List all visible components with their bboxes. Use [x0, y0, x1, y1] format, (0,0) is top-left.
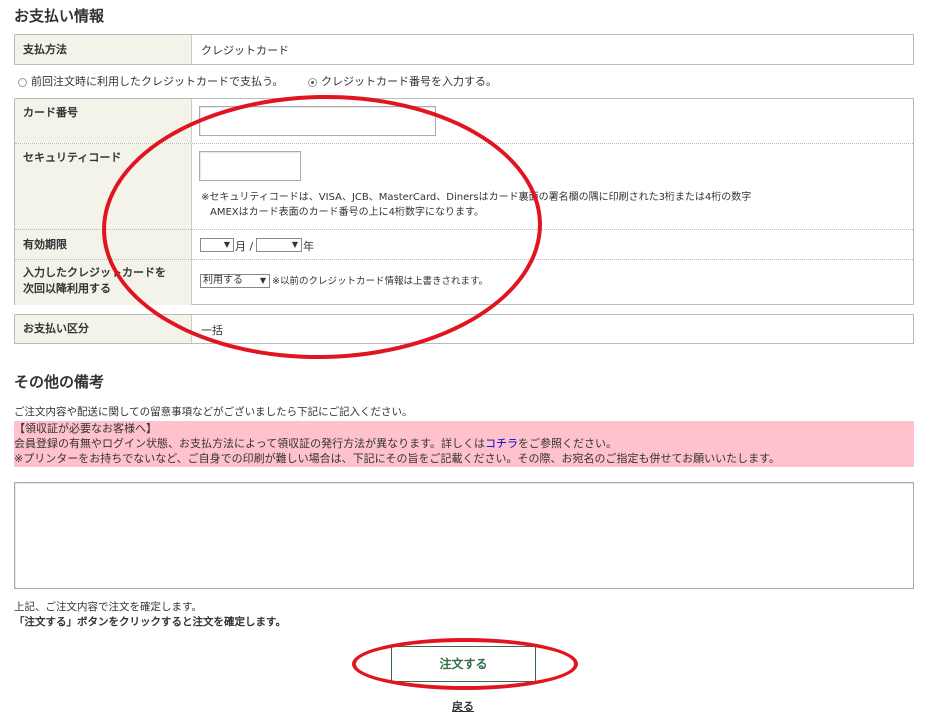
- card-number-input[interactable]: [199, 106, 436, 136]
- card-details-table: カード番号 セキュリティコード ※セキュリティコードは、VISA、JCB、Mas…: [14, 98, 914, 305]
- confirm-line-1: 上記、ご注文内容で注文を確定します。: [14, 601, 202, 613]
- save-card-select[interactable]: 利用する ▼: [200, 274, 270, 288]
- receipt-heading: 【領収証が必要なお客様へ】: [14, 422, 157, 435]
- receipt-link[interactable]: コチラ: [485, 437, 518, 450]
- security-code-note-1: ※セキュリティコードは、VISA、JCB、MasterCard、Dinersはカ…: [201, 192, 752, 203]
- payment-section-title: お支払い情報: [14, 7, 105, 25]
- card-number-row: カード番号: [15, 99, 913, 143]
- installment-value: 一括: [201, 324, 223, 337]
- save-card-label-2: 次回以降利用する: [23, 282, 111, 295]
- security-code-label: セキュリティコード: [15, 144, 192, 230]
- radio-previous-label: 前回注文時に利用したクレジットカードで支払う。: [31, 75, 284, 88]
- radio-previous-icon[interactable]: [18, 77, 27, 87]
- chevron-down-icon: ▼: [291, 240, 298, 249]
- security-code-row: セキュリティコード ※セキュリティコードは、VISA、JCB、MasterCar…: [15, 143, 913, 230]
- radio-new-card[interactable]: クレジットカード番号を入力する。: [308, 73, 497, 89]
- installment-table: お支払い区分 一括: [14, 314, 914, 344]
- remarks-intro: ご注文内容や配送に関しての留意事項などがございましたら下記にご記入ください。: [14, 406, 413, 418]
- card-number-cell: [193, 99, 913, 143]
- save-card-label-1: 入力したクレジットカードを: [23, 266, 166, 279]
- chevron-down-icon: ▼: [223, 240, 230, 249]
- payment-method-value: クレジットカード: [201, 44, 289, 57]
- expiry-year-unit: 年: [303, 240, 314, 253]
- payment-method-row: 支払方法 クレジットカード: [15, 35, 913, 64]
- radio-new-label: クレジットカード番号を入力する。: [321, 75, 497, 88]
- save-card-row: 入力したクレジットカードを 次回以降利用する 利用する ▼ ※以前のクレジットカ…: [15, 259, 913, 305]
- receipt-line-2: ※プリンターをお持ちでないなど、ご自身での印刷が難しい場合は、下記にその旨をご記…: [14, 452, 781, 465]
- security-code-cell: ※セキュリティコードは、VISA、JCB、MasterCard、Dinersはカ…: [193, 144, 913, 230]
- expiry-month-select[interactable]: ▼: [200, 238, 234, 252]
- receipt-line-1-pre: 会員登録の有無やログイン状態、お支払方法によって領収証の発行方法が異なります。詳…: [14, 437, 486, 450]
- radio-previous-card[interactable]: 前回注文時に利用したクレジットカードで支払う。: [18, 73, 283, 89]
- card-number-label: カード番号: [15, 99, 192, 143]
- installment-row: お支払い区分 一括: [15, 315, 913, 343]
- radio-new-icon[interactable]: [308, 77, 317, 87]
- remarks-textarea[interactable]: [14, 482, 914, 589]
- expiry-row: 有効期限 ▼ 月 / ▼ 年: [15, 229, 913, 260]
- installment-label: お支払い区分: [15, 315, 192, 343]
- expiry-year-select[interactable]: ▼: [256, 238, 302, 252]
- payment-method-table: 支払方法 クレジットカード: [14, 34, 914, 65]
- receipt-line-1-post: をご参照ください。: [518, 437, 618, 450]
- chevron-down-icon: ▼: [259, 276, 266, 285]
- expiry-cell: ▼ 月 / ▼ 年: [193, 230, 913, 260]
- save-card-select-value: 利用する: [203, 275, 243, 286]
- payment-method-label: 支払方法: [15, 35, 192, 64]
- save-card-note: ※以前のクレジットカード情報は上書きされます。: [272, 276, 489, 287]
- remarks-section-title: その他の備考: [14, 373, 105, 391]
- receipt-notice: 【領収証が必要なお客様へ】 会員登録の有無やログイン状態、お支払方法によって領収…: [14, 421, 914, 467]
- confirm-line-2: 「注文する」ボタンをクリックすると注文を確定します。: [14, 616, 286, 628]
- expiry-label: 有効期限: [15, 230, 192, 260]
- save-card-label: 入力したクレジットカードを 次回以降利用する: [15, 260, 192, 305]
- expiry-month-unit: 月 /: [235, 240, 254, 253]
- security-code-note-2: AMEXはカード表面のカード番号の上に4桁数字になります。: [210, 207, 484, 218]
- receipt-line-1: 会員登録の有無やログイン状態、お支払方法によって領収証の発行方法が異なります。詳…: [14, 436, 914, 451]
- order-button[interactable]: 注文する: [391, 646, 536, 682]
- save-card-cell: 利用する ▼ ※以前のクレジットカード情報は上書きされます。: [193, 260, 913, 305]
- security-code-input[interactable]: [199, 151, 301, 181]
- back-link[interactable]: 戻る: [452, 698, 474, 714]
